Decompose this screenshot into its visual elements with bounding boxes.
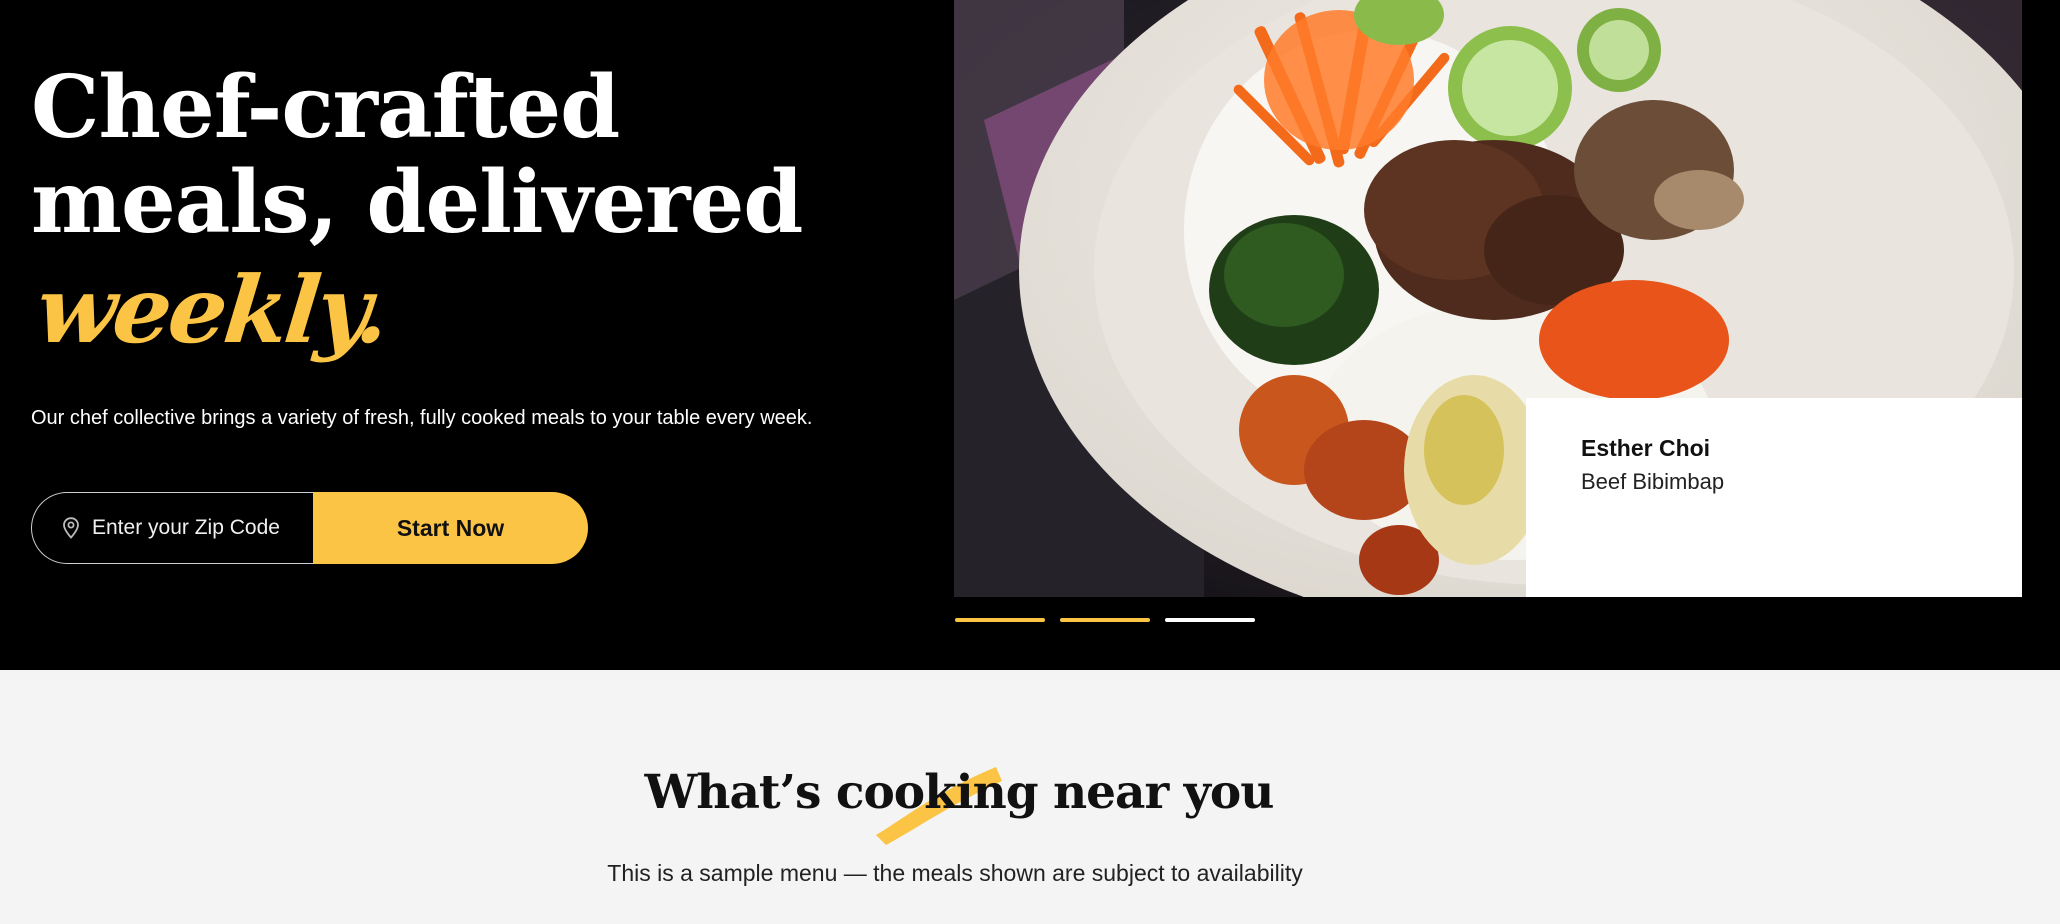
zip-code-input[interactable] [92,516,312,540]
carousel-indicator-2[interactable] [1060,618,1150,622]
menu-section: What’s cooking near you This is a sample… [0,670,2060,924]
start-now-button[interactable]: Start Now [313,492,588,564]
headline-accent: weekly. [31,250,924,370]
carousel-indicator-3[interactable] [1165,618,1255,622]
zip-form: Start Now [31,492,588,564]
menu-title-before: What’s [644,765,836,820]
chef-caption-card: Esther Choi Beef Bibimbap [1526,398,2022,597]
menu-subtitle: This is a sample menu — the meals shown … [607,860,1303,886]
dish-name: Beef Bibimbap [1581,469,1725,494]
hero-headline: Chef-crafted meals, delivered [31,60,911,250]
menu-title-highlight: cooking [835,765,1039,845]
hero-content: Chef-crafted meals, delivered weekly. Ou… [31,60,911,564]
zip-field[interactable] [31,492,331,564]
carousel-indicators [955,618,1255,622]
chef-name: Esther Choi [1581,435,1711,461]
hero-lead-text: Our chef collective brings a variety of … [31,407,813,429]
carousel-indicator-1[interactable] [955,618,1045,622]
menu-title-after: near you [1037,765,1274,820]
hero-section: Chef-crafted meals, delivered weekly. Ou… [0,0,2060,670]
location-pin-icon [62,517,80,539]
menu-title-highlight-word: cooking [835,765,1039,820]
headline-line-1: Chef-crafted [31,57,620,158]
menu-title: What’s cooking near you [0,765,1918,845]
headline-accent-word: weekly [31,256,363,364]
headline-line-2: meals, delivered [31,152,803,253]
